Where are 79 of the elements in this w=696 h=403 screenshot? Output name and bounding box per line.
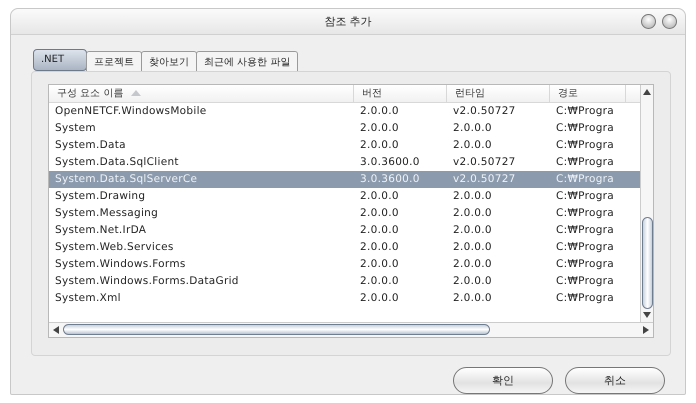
table-cell-text: 2.0.0.0 xyxy=(359,139,400,152)
column-header[interactable]: 버전 xyxy=(354,84,447,102)
table-cell-text: 2.0.0.0 xyxy=(452,190,493,202)
table-cell-text: System xyxy=(54,122,97,134)
table-cell-text: System.Data.SqlServerCe xyxy=(54,173,198,186)
table-cell-text: 2.0.0.0 xyxy=(452,292,493,304)
table-cell-text: System.Windows.Forms.DataGrid xyxy=(54,275,240,288)
table-cell-text: C:₩Progra xyxy=(555,275,616,288)
scroll-right-icon[interactable] xyxy=(643,326,649,334)
table-row[interactable]: System.Data 2.0.0.0 2.0.0.0 C:₩Progra xyxy=(49,136,640,154)
table-cell-text: 2.0.0.0 xyxy=(452,258,493,270)
table-cell-text: System.Data xyxy=(54,139,127,152)
table-cell-text: C:₩Progra xyxy=(555,190,616,202)
tab[interactable]: 프로젝트 xyxy=(86,50,142,72)
horizontal-scrollbar[interactable] xyxy=(49,322,653,337)
table-row[interactable]: System.Data.SqlClient 3.0.3600.0 v2.0.50727 C:₩Progra xyxy=(49,154,640,171)
table-cell-text: 2.0.0.0 xyxy=(359,241,400,254)
table-cell-text: 3.0.3600.0 xyxy=(359,173,421,186)
ok-button[interactable]: 확인 xyxy=(453,367,553,394)
table-cell-text: 2.0.0.0 xyxy=(452,275,493,288)
table-row[interactable]: OpenNETCF.WindowsMobile 2.0.0.0 v2.0.50727 C:₩Progra xyxy=(49,102,640,120)
table-cell-text: 2.0.0.0 xyxy=(359,105,400,118)
table-row[interactable]: System.Windows.Forms 2.0.0.0 2.0.0.0 C:₩Progra xyxy=(49,256,640,273)
table-cell-text: System.Net.IrDA xyxy=(54,224,148,236)
table-cell-text: 2.0.0.0 xyxy=(359,275,400,288)
cancel-button[interactable]: 취소 xyxy=(565,367,665,394)
table-cell-text: C:₩Progra xyxy=(555,224,616,236)
table-cell-text: 2.0.0.0 xyxy=(359,224,400,236)
table-row[interactable]: System 2.0.0.0 2.0.0.0 C:₩Progra xyxy=(49,120,640,137)
table-cell-text: OpenNETCF.WindowsMobile xyxy=(54,105,208,118)
table-row[interactable]: System.Xml 2.0.0.0 2.0.0.0 C:₩Progra xyxy=(49,290,640,307)
vertical-scrollbar[interactable] xyxy=(640,84,653,322)
scroll-up-icon[interactable] xyxy=(643,88,651,95)
table-cell-text: C:₩Progra xyxy=(555,173,616,186)
column-header[interactable]: 경로 xyxy=(550,84,626,102)
table-cell-text: 2.0.0.0 xyxy=(452,139,493,152)
table-cell-text: C:₩Progra xyxy=(555,292,616,304)
scroll-left-icon[interactable] xyxy=(53,326,59,334)
table-cell-text: C:₩Progra xyxy=(555,207,616,220)
table-row[interactable]: System.Windows.Forms.DataGrid 2.0.0.0 2.0.0.0 C:₩Progra xyxy=(49,272,640,290)
window-title: 참조 추가 xyxy=(324,14,372,29)
scroll-thumb[interactable] xyxy=(642,216,652,309)
table-cell-text: 2.0.0.0 xyxy=(359,190,400,202)
table-cell-text: C:₩Progra xyxy=(555,139,616,152)
table-cell-text: C:₩Progra xyxy=(555,241,616,254)
tab[interactable]: 최근에 사용한 파일 xyxy=(196,50,298,72)
table-cell-text: 3.0.3600.0 xyxy=(359,156,421,168)
table-cell-text: System.Xml xyxy=(54,292,122,304)
table-cell-text: v2.0.50727 xyxy=(452,105,517,118)
scroll-down-icon[interactable] xyxy=(643,312,651,318)
table-cell-text: v2.0.50727 xyxy=(452,156,517,168)
scroll-thumb[interactable] xyxy=(63,324,490,336)
table-cell-text: C:₩Progra xyxy=(555,258,616,270)
table-row[interactable]: System.Net.IrDA 2.0.0.0 2.0.0.0 C:₩Progra xyxy=(49,222,640,239)
table-cell-text: System.Data.SqlClient xyxy=(54,156,180,168)
column-header[interactable]: 런타임 xyxy=(447,84,550,102)
table-row[interactable]: System.Messaging 2.0.0.0 2.0.0.0 C:₩Progra xyxy=(49,204,640,222)
column-header[interactable]: 구성 요소 이름 xyxy=(49,84,354,102)
tab[interactable]: .NET xyxy=(33,48,87,71)
tab[interactable]: 찾아보기 xyxy=(141,50,197,72)
table-cell-text: 2.0.0.0 xyxy=(359,207,400,220)
sort-arrow-icon xyxy=(131,90,142,96)
table-cell-text: C:₩Progra xyxy=(555,105,616,118)
table-row[interactable]: System.Web.Services 2.0.0.0 2.0.0.0 C:₩Progra xyxy=(49,238,640,256)
table-cell-text: 2.0.0.0 xyxy=(359,122,400,134)
table-cell-text: C:₩Progra xyxy=(555,122,616,134)
table-row[interactable]: System.Drawing 2.0.0.0 2.0.0.0 C:₩Progra xyxy=(49,188,640,205)
table-cell-text: 2.0.0.0 xyxy=(452,241,493,254)
table-cell-text: 2.0.0.0 xyxy=(359,292,400,304)
table-cell-text: 2.0.0.0 xyxy=(452,122,493,134)
table-cell-text: System.Windows.Forms xyxy=(54,258,187,270)
table-cell-text: System.Web.Services xyxy=(54,241,175,254)
table-cell-text: v2.0.50727 xyxy=(452,173,517,186)
table-cell-text: 2.0.0.0 xyxy=(452,207,493,220)
table-cell-text: System.Drawing xyxy=(54,190,146,202)
table-cell-text: 2.0.0.0 xyxy=(359,258,400,270)
table-cell-text: System.Messaging xyxy=(54,207,160,220)
table-cell-text: 2.0.0.0 xyxy=(452,224,493,236)
table-cell-text: C:₩Progra xyxy=(555,156,616,168)
